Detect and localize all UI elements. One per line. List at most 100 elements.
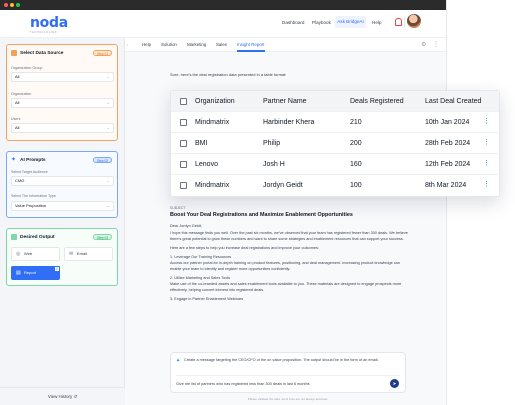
more-icon[interactable]: ⋮ (433, 41, 439, 48)
output-report-label: Report (24, 270, 37, 275)
chevron-down-icon: ⌄ (106, 100, 110, 105)
select-all-checkbox[interactable] (180, 98, 187, 105)
notification-bell-icon[interactable] (395, 18, 402, 26)
organization-cell: Lenovo (195, 161, 218, 168)
step-badge: Step 03 (93, 234, 112, 240)
info-type-value: Value Proposition (15, 203, 47, 208)
last-deal-created-cell: 8th Mar 2024 (425, 182, 467, 189)
deals-registered-cell: 100 (350, 182, 362, 189)
organization-value: All (15, 100, 20, 105)
organization-cell: Mindmatrix (195, 119, 230, 126)
maximize-window-button[interactable] (16, 3, 20, 7)
close-window-button[interactable] (4, 3, 8, 7)
ai-disclaimer: Please validate the data, as AI bots are… (247, 397, 329, 401)
row-checkbox[interactable] (180, 161, 187, 168)
email-greeting: Dear Jordyn Geidt, (170, 224, 202, 228)
chevron-down-icon: ⌄ (106, 74, 110, 79)
organization-select[interactable]: All ⌄ (11, 98, 114, 108)
deals-registered-cell: 160 (350, 161, 362, 168)
deals-registered-cell: 210 (350, 119, 362, 126)
target-audience-select[interactable]: CMO ⌄ (11, 176, 114, 186)
users-label: Users (11, 117, 21, 121)
sparkle-icon: ✦ (11, 157, 17, 163)
org-group-value: All (15, 74, 20, 79)
tab-sales[interactable]: Sales (216, 42, 227, 47)
step-2-title: 2. Utilize Marketing and Sales Tools (170, 276, 231, 281)
top-navigation: noda TECHNOLOGIES Dashboard Playbook Ask… (0, 10, 446, 38)
nav-help[interactable]: Help (372, 20, 381, 25)
organization-label: Organization (11, 92, 32, 96)
org-group-select[interactable]: All ⌄ (11, 72, 114, 82)
user-avatar[interactable] (407, 14, 421, 28)
last-deal-created-cell: 10th Jan 2024 (425, 119, 470, 126)
prompt-box: ✦ Create a message targeting the CEO/CFO… (170, 352, 406, 393)
email-subject: Boost Your Deal Registrations and Maximi… (170, 212, 353, 218)
table-row[interactable]: BMI Philip 200 28th Feb 2024 ⋮ (171, 133, 499, 154)
ai-prompts-card: ✦ AI Prompts Step 02 Select Target Audie… (6, 151, 118, 218)
output-email-option[interactable]: ✉ Email (64, 247, 113, 261)
step-badge: Step 01 (93, 50, 112, 56)
data-source-title: Select Data Source (20, 51, 64, 56)
output-report-option[interactable]: ▤ Report ✓ (11, 266, 60, 280)
partner-name-cell: Philip (263, 140, 281, 147)
users-select[interactable]: All ⌄ (11, 123, 114, 133)
col-last-deal-created: Last Deal Created (425, 98, 482, 105)
organization-cell: Mindmatrix (195, 182, 230, 189)
col-deals-registered: Deals Registered (350, 98, 404, 105)
email-body-2: Here are a few steps to help you increas… (170, 245, 320, 250)
row-menu-icon[interactable]: ⋮ (483, 139, 490, 146)
row-menu-icon[interactable]: ⋮ (483, 181, 490, 188)
partner-name-cell: Harbinder Khera (263, 119, 315, 126)
target-audience-value: CMO (15, 178, 25, 183)
output-web-option[interactable]: ◎ Web (11, 247, 60, 261)
tab-solution[interactable]: Solution (161, 42, 177, 47)
response-intro: Sure, here's the deal registration data … (170, 72, 287, 77)
view-history-button[interactable]: View History ↺ (0, 387, 125, 405)
tab-bar: ‹ Help Solution Marketing Sales Insight … (125, 38, 446, 52)
email-body-1: I hope this message finds you well. Over… (170, 231, 408, 241)
data-source-card: Select Data Source Step 01 Organization … (6, 44, 118, 141)
partner-name-cell: Josh H (263, 161, 285, 168)
row-menu-icon[interactable]: ⋮ (483, 160, 490, 167)
divider (404, 17, 405, 27)
col-partner-name: Partner Name (263, 98, 307, 105)
row-menu-icon[interactable]: ⋮ (483, 118, 490, 125)
organization-cell: BMI (195, 140, 208, 147)
table-row[interactable]: Mindmatrix Harbinder Khera 210 10th Jan … (171, 112, 499, 133)
row-checkbox[interactable] (180, 182, 187, 189)
history-icon: ↺ (73, 394, 78, 399)
org-group-label: Organization Group (11, 66, 43, 70)
row-checkbox[interactable] (180, 119, 187, 126)
globe-icon: ◎ (16, 251, 21, 257)
step-2-body: Make use of the co-branded assets and sa… (170, 282, 402, 292)
deals-registered-cell: 200 (350, 140, 362, 147)
table-row[interactable]: Lenovo Josh H 160 12th Feb 2024 ⋮ (171, 154, 499, 175)
deals-table: Organization Partner Name Deals Register… (170, 90, 500, 197)
table-row[interactable]: Mindmatrix Jordyn Geidt 100 8th Mar 2024… (171, 175, 499, 196)
chat-input[interactable] (176, 380, 381, 388)
row-checkbox[interactable] (180, 140, 187, 147)
checkmark-icon: ✓ (54, 266, 60, 272)
view-history-label: View History (47, 394, 73, 399)
nav-dashboard[interactable]: Dashboard (282, 20, 304, 25)
tab-help[interactable]: Help (142, 42, 151, 47)
tab-insight-report[interactable]: Insight Report (237, 42, 264, 47)
last-deal-created-cell: 12th Feb 2024 (425, 161, 471, 168)
minimize-window-button[interactable] (10, 3, 14, 7)
info-type-label: Select The Information Type (11, 194, 56, 198)
nav-playbook[interactable]: Playbook (312, 20, 331, 25)
send-button[interactable]: ➤ (390, 379, 399, 388)
info-type-select[interactable]: Value Proposition ⌄ (11, 201, 114, 211)
subject-label: SUBJECT (170, 206, 186, 210)
window-titlebar (0, 0, 446, 10)
settings-icon[interactable]: ⚙ (421, 41, 426, 48)
active-tab-indicator (237, 50, 265, 52)
sidebar: Select Data Source Step 01 Organization … (0, 38, 125, 405)
noda-logo[interactable]: noda (30, 15, 68, 31)
nav-ask-bridgeai[interactable]: Ask BridgeAI (335, 16, 366, 28)
partner-name-cell: Jordyn Geidt (263, 182, 303, 189)
tab-marketing[interactable]: Marketing (187, 42, 206, 47)
collapse-sidebar-icon[interactable]: ‹ (127, 42, 128, 47)
step-badge: Step 02 (93, 157, 112, 163)
step-1-title: 1. Leverage Our Training Resources (170, 255, 232, 260)
